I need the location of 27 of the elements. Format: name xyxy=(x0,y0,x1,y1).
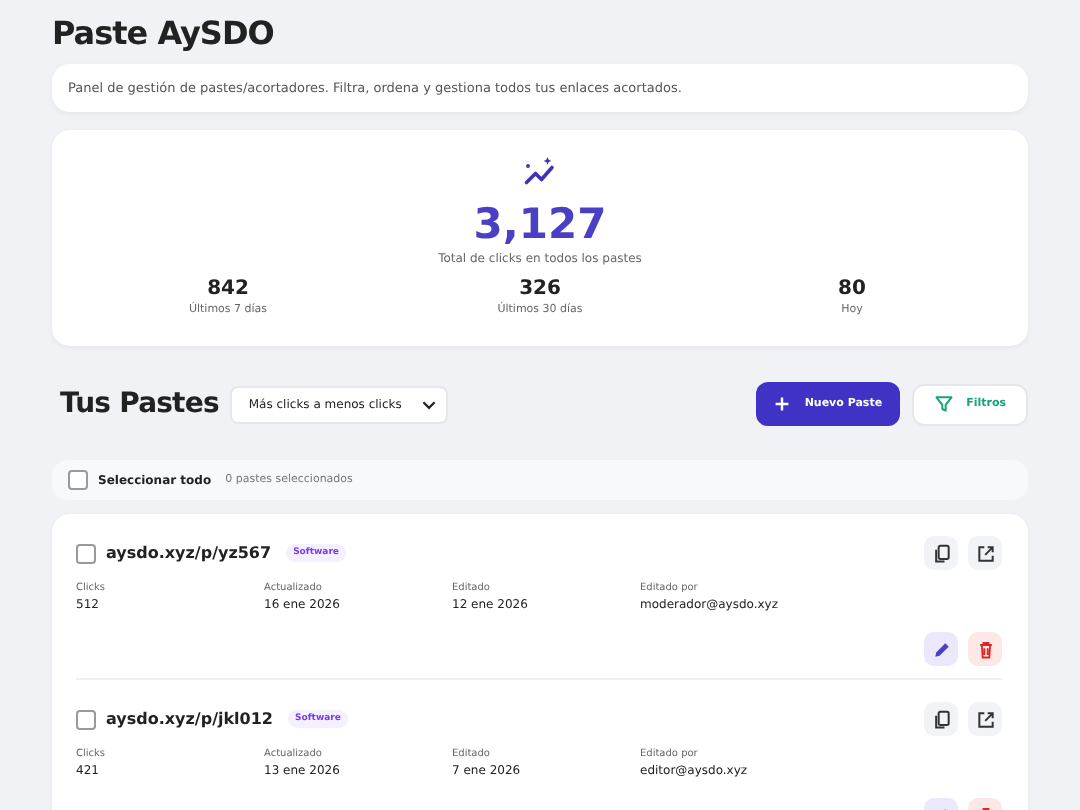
delete-button[interactable] xyxy=(968,632,1002,666)
copy-button[interactable] xyxy=(924,536,958,570)
page-title: Paste AySDO xyxy=(52,14,276,54)
trend-chart-icon xyxy=(522,154,558,190)
section-heading: Tus Pastes xyxy=(60,388,219,420)
pencil-icon xyxy=(931,639,951,659)
filter-icon xyxy=(934,394,955,414)
external-link-icon xyxy=(975,709,995,729)
paste-url: aysdo.xyz/p/yz567 xyxy=(106,544,272,562)
period-value: 842 xyxy=(207,278,249,300)
open-link-button[interactable] xyxy=(968,536,1002,570)
chevron-down-icon xyxy=(421,399,436,409)
copy-icon xyxy=(931,543,951,563)
copy-icon xyxy=(931,709,951,729)
open-link-button[interactable] xyxy=(968,702,1002,736)
select-all-checkbox[interactable] xyxy=(68,470,88,490)
edit-button[interactable] xyxy=(924,632,958,666)
trash-icon xyxy=(975,639,995,659)
copy-button[interactable] xyxy=(924,702,958,736)
paste-checkbox[interactable] xyxy=(76,543,96,563)
paste-url: aysdo.xyz/p/jkl012 xyxy=(106,710,273,728)
period-value: 326 xyxy=(519,278,561,300)
paste-checkbox[interactable] xyxy=(76,709,96,729)
external-link-icon xyxy=(975,543,995,563)
period-value: 80 xyxy=(838,278,866,300)
plus-icon xyxy=(774,396,791,412)
total-clicks-value: 3,127 xyxy=(473,200,607,248)
